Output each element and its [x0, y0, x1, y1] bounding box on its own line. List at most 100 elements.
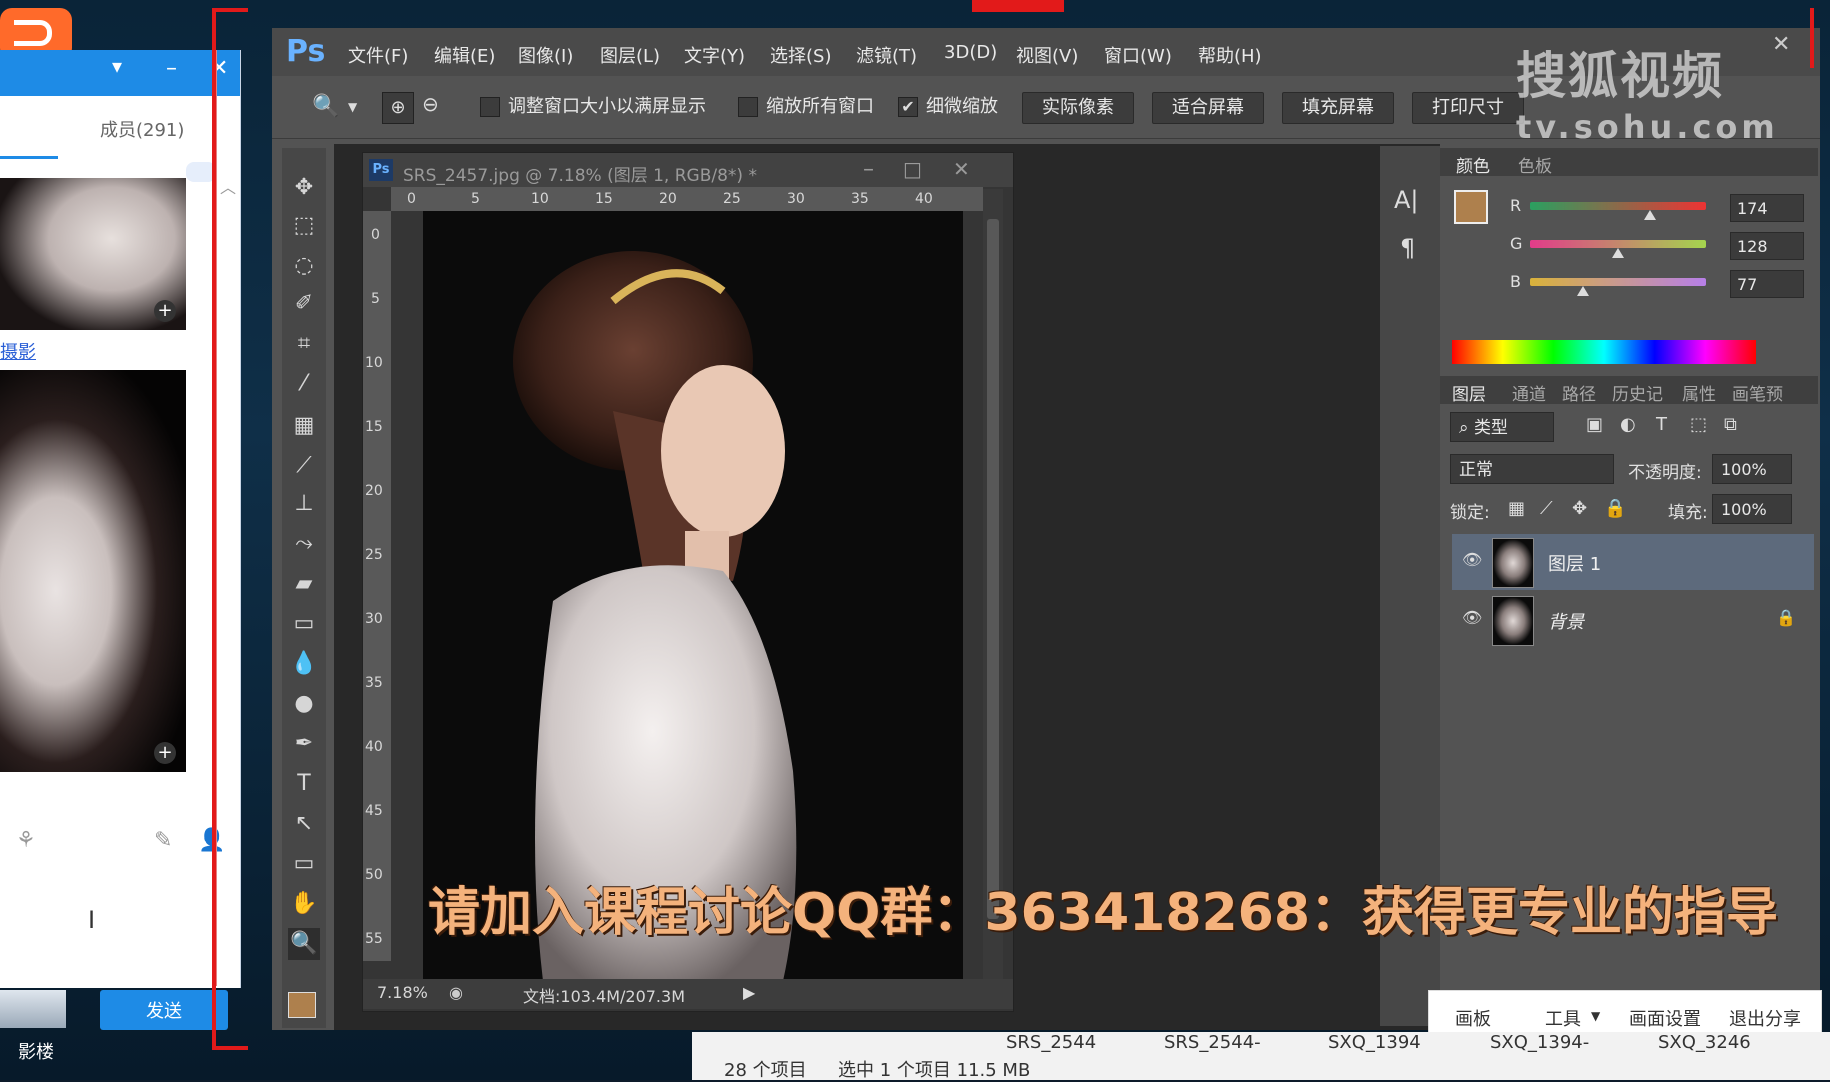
zoom-all-checkbox[interactable]: [738, 97, 758, 117]
blur-tool-icon[interactable]: 💧: [288, 648, 320, 680]
tab-channels[interactable]: 通道: [1512, 380, 1546, 405]
menu-window[interactable]: 窗口(W): [1104, 42, 1172, 68]
lock-pixels-icon[interactable]: ⟋: [1540, 498, 1553, 519]
layer-row-background[interactable]: 👁 背景 🔒: [1452, 592, 1814, 648]
shape-filter-icon[interactable]: ⬚: [1690, 414, 1707, 435]
exit-share-button[interactable]: 退出分享: [1729, 1005, 1801, 1031]
smart-object-filter-icon[interactable]: ⧉: [1724, 414, 1737, 435]
pixel-filter-icon[interactable]: ▣: [1586, 414, 1603, 435]
eyedropper-tool-icon[interactable]: ⁄: [288, 368, 320, 400]
tool-preset-dropdown-icon[interactable]: ▼: [348, 100, 357, 114]
flower-icon[interactable]: ⚘: [16, 828, 36, 853]
desktop-folder-icon[interactable]: [0, 990, 66, 1028]
g-slider[interactable]: [1530, 240, 1706, 248]
layer-row-layer1[interactable]: 👁 图层 1: [1452, 534, 1814, 590]
chat-image[interactable]: +: [0, 370, 186, 772]
add-icon[interactable]: +: [154, 742, 176, 764]
file-item[interactable]: SXQ_1394-: [1490, 1032, 1589, 1053]
fill-input[interactable]: 100%: [1712, 494, 1792, 524]
r-slider[interactable]: [1530, 202, 1706, 210]
menu-view[interactable]: 视图(V): [1016, 42, 1078, 68]
crop-tool-icon[interactable]: ⌗: [288, 328, 320, 360]
menu-image[interactable]: 图像(I): [518, 42, 573, 68]
menu-layer[interactable]: 图层(L): [600, 42, 660, 68]
gradient-tool-icon[interactable]: ▭: [288, 608, 320, 640]
layer-name[interactable]: 图层 1: [1548, 550, 1601, 576]
edit-icon[interactable]: ✎: [154, 828, 172, 853]
zoom-level[interactable]: 7.18%: [377, 983, 428, 1002]
marquee-tool-icon[interactable]: ⬚: [288, 210, 320, 242]
shape-tool-icon[interactable]: ▭: [288, 848, 320, 880]
chat-link[interactable]: 摄影: [0, 338, 36, 364]
lock-transparent-icon[interactable]: ▦: [1508, 498, 1525, 519]
doc-minimize-icon[interactable]: –: [863, 157, 874, 182]
tab-brush[interactable]: 画笔预: [1732, 380, 1783, 405]
pen-tool-icon[interactable]: ✒: [288, 728, 320, 760]
share-settings-button[interactable]: 画面设置: [1629, 1005, 1701, 1031]
paragraph-panel-icon[interactable]: ¶: [1400, 234, 1415, 262]
file-item[interactable]: SRS_2544: [1006, 1032, 1096, 1053]
lasso-tool-icon[interactable]: ◌: [288, 250, 320, 282]
history-brush-tool-icon[interactable]: ⤳: [288, 528, 320, 560]
tools-dropdown-icon[interactable]: ▼: [1591, 1009, 1600, 1023]
zoom-tool-icon[interactable]: 🔍: [288, 928, 320, 960]
zoom-in-icon[interactable]: ⊕: [382, 92, 414, 124]
doc-close-icon[interactable]: ✕: [953, 157, 970, 181]
window-close-icon[interactable]: ✕: [1772, 32, 1790, 57]
scrubby-zoom-checkbox[interactable]: ✔: [898, 97, 918, 117]
layer-filter-dropdown[interactable]: ⌕ 类型: [1450, 412, 1554, 442]
blend-mode-dropdown[interactable]: 正常: [1450, 454, 1614, 484]
stamp-tool-icon[interactable]: ⊥: [288, 488, 320, 520]
minimize-icon[interactable]: –: [166, 56, 177, 81]
adjustment-filter-icon[interactable]: ◐: [1620, 414, 1636, 435]
add-icon[interactable]: +: [154, 300, 176, 322]
tab-properties[interactable]: 属性: [1682, 380, 1716, 405]
eraser-tool-icon[interactable]: ▰: [288, 568, 320, 600]
scroll-up-icon[interactable]: ︿: [220, 174, 236, 198]
character-panel-icon[interactable]: A|: [1394, 186, 1419, 214]
g-slider-thumb[interactable]: [1612, 248, 1624, 258]
quick-select-tool-icon[interactable]: ✐: [288, 288, 320, 320]
menu-file[interactable]: 文件(F): [348, 42, 408, 68]
menu-select[interactable]: 选择(S): [770, 42, 831, 68]
document-tab[interactable]: Ps SRS_2457.jpg @ 7.18% (图层 1, RGB/8*) *…: [363, 153, 1013, 187]
fill-screen-button[interactable]: 填充屏幕: [1282, 92, 1394, 124]
tab-layers[interactable]: 图层: [1452, 380, 1486, 405]
share-canvas-button[interactable]: 画板: [1455, 1005, 1491, 1031]
brush-tool-icon[interactable]: ⟋: [288, 450, 320, 482]
tab-history[interactable]: 历史记: [1612, 380, 1663, 405]
tab-paths[interactable]: 路径: [1562, 380, 1596, 405]
color-spectrum[interactable]: [1452, 340, 1756, 364]
scrollbar-thumb[interactable]: [987, 219, 999, 919]
lock-position-icon[interactable]: ✥: [1572, 498, 1587, 519]
desktop-folder-label[interactable]: 影楼: [18, 1038, 54, 1064]
zoom-tool-icon[interactable]: 🔍: [312, 94, 339, 119]
zoom-out-icon[interactable]: ⊖: [422, 92, 439, 116]
dodge-tool-icon[interactable]: ●: [288, 688, 320, 720]
members-tab[interactable]: 成员(291): [100, 116, 184, 142]
hand-tool-icon[interactable]: ✋: [288, 888, 320, 920]
send-button[interactable]: 发送: [100, 990, 228, 1030]
menu-type[interactable]: 文字(Y): [684, 42, 745, 68]
tab-swatches[interactable]: 色板: [1518, 152, 1552, 177]
file-item[interactable]: SXQ_3246: [1658, 1032, 1751, 1053]
path-select-tool-icon[interactable]: ↖: [288, 808, 320, 840]
status-menu-arrow-icon[interactable]: ▶: [743, 983, 755, 1002]
menu-help[interactable]: 帮助(H): [1198, 42, 1262, 68]
actual-pixels-button[interactable]: 实际像素: [1022, 92, 1134, 124]
vertical-scrollbar[interactable]: [983, 189, 1003, 979]
eye-icon[interactable]: 👁: [1462, 608, 1482, 627]
move-tool-icon[interactable]: ✥: [288, 172, 320, 204]
layer-name[interactable]: 背景: [1548, 608, 1584, 634]
opacity-input[interactable]: 100%: [1712, 454, 1792, 484]
file-item[interactable]: SRS_2544-: [1164, 1032, 1261, 1053]
menu-edit[interactable]: 编辑(E): [434, 42, 495, 68]
dropdown-icon[interactable]: ▾: [112, 54, 122, 78]
b-value-input[interactable]: 77: [1730, 270, 1804, 298]
type-tool-icon[interactable]: T: [288, 768, 320, 800]
fit-screen-button[interactable]: 适合屏幕: [1152, 92, 1264, 124]
menu-3d[interactable]: 3D(D): [944, 42, 997, 63]
foreground-color[interactable]: [1454, 190, 1488, 224]
r-slider-thumb[interactable]: [1643, 210, 1656, 220]
r-value-input[interactable]: 174: [1730, 194, 1804, 222]
